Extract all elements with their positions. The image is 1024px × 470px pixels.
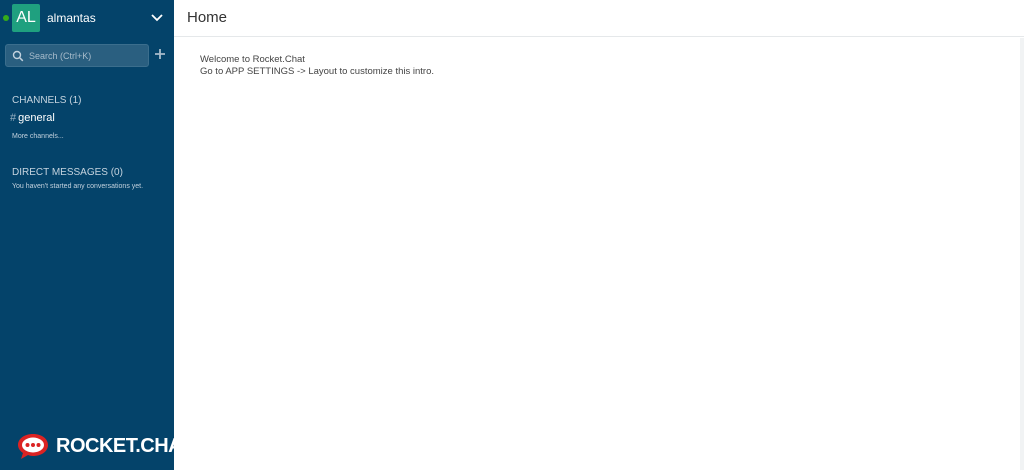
hash-icon: # <box>10 112 17 124</box>
chevron-down-icon[interactable] <box>150 10 164 24</box>
avatar[interactable]: AL <box>12 4 40 32</box>
search-icon <box>12 50 24 62</box>
intro-text: Welcome to Rocket.Chat Go to APP SETTING… <box>200 54 434 77</box>
channels-section-title: CHANNELS (1) <box>12 95 82 106</box>
intro-line-settings: Go to APP SETTINGS -> Layout to customiz… <box>200 65 434 77</box>
direct-messages-section-title: DIRECT MESSAGES (0) <box>12 167 123 178</box>
header: Home <box>174 0 1024 37</box>
search-box[interactable] <box>5 44 149 67</box>
logo-text: ROCKET.CHAT <box>56 435 193 457</box>
no-conversations-text: You haven't started any conversations ye… <box>12 183 144 190</box>
channel-label: general <box>18 112 55 124</box>
channel-item-general[interactable]: # general <box>10 112 55 126</box>
main-content: Home Welcome to Rocket.Chat Go to APP SE… <box>174 0 1024 470</box>
intro-line-welcome: Welcome to Rocket.Chat <box>200 54 305 65</box>
chat-bubble-logo-icon <box>18 434 48 459</box>
user-menu[interactable]: AL almantas <box>0 0 174 36</box>
page-title: Home <box>187 9 228 26</box>
content-area: Welcome to Rocket.Chat Go to APP SETTING… <box>174 38 1024 470</box>
scrollbar[interactable] <box>1020 38 1024 470</box>
more-channels-link[interactable]: More channels... <box>12 133 64 140</box>
sidebar: AL almantas CHANNELS (1) #general More c… <box>0 0 193 470</box>
online-status-indicator <box>3 15 9 21</box>
rocket-chat-logo: ROCKET.CHAT <box>16 432 193 460</box>
username[interactable]: almantas <box>47 11 96 25</box>
add-icon[interactable] <box>154 48 166 60</box>
search-input[interactable] <box>29 48 147 64</box>
